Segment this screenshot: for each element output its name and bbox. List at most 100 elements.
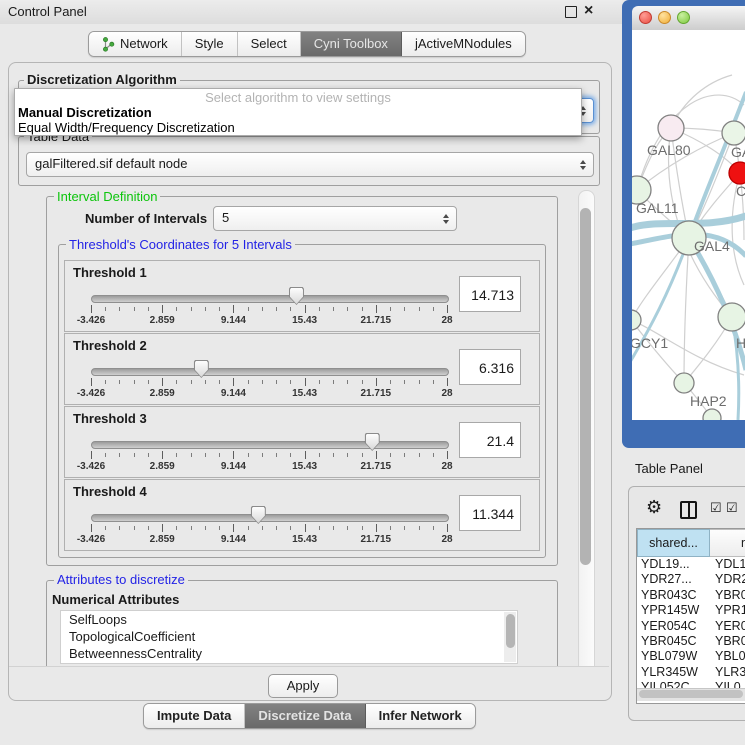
- tab-label: Discretize Data: [258, 704, 351, 728]
- threshold-value-field[interactable]: 11.344: [459, 495, 521, 531]
- table-cell: YDR27...: [637, 572, 710, 587]
- table-row[interactable]: YLR345WYLR3: [637, 665, 745, 680]
- threshold-value-field[interactable]: 14.713: [459, 276, 521, 312]
- slider-tick-label: 9.144: [221, 388, 246, 399]
- table-cell: YBL0: [710, 649, 745, 664]
- checkbox-icon[interactable]: ☑: [710, 500, 722, 516]
- tab-infer-network[interactable]: Infer Network: [366, 704, 475, 728]
- slider-tick-label: -3.426: [77, 461, 105, 472]
- algorithm-dropdown-popup: Select algorithm to view settings Manual…: [14, 88, 582, 136]
- slider-tick-label: -3.426: [77, 388, 105, 399]
- network-node[interactable]: [674, 373, 694, 393]
- table-data-combobox[interactable]: galFiltered.sif default node: [26, 152, 594, 177]
- threshold-value-field[interactable]: 21.4: [459, 422, 521, 458]
- slider-tick-label: 2.859: [150, 461, 175, 472]
- popup-option-equal-width-frequency[interactable]: Equal Width/Frequency Discretization: [15, 120, 581, 135]
- slider-tick-label: 2.859: [150, 534, 175, 545]
- tab-select[interactable]: Select: [238, 32, 301, 56]
- network-node[interactable]: [632, 310, 641, 330]
- window-zoom-button[interactable]: [677, 11, 690, 24]
- table-cell: YDL19...: [637, 557, 710, 572]
- attribute-list-item[interactable]: BetweennessCentrality: [61, 645, 517, 662]
- popup-option-manual-discretization[interactable]: Manual Discretization: [15, 105, 581, 120]
- network-node[interactable]: [729, 162, 745, 184]
- bottom-tab-bar: Impute Data Discretize Data Infer Networ…: [143, 703, 476, 729]
- float-window-icon[interactable]: [565, 6, 577, 18]
- tab-label: Style: [195, 32, 224, 56]
- table-cell: YLR345W: [637, 665, 710, 680]
- threshold-3-panel: Threshold 3 -3.4262.8599.14415.4321.7152…: [64, 406, 540, 478]
- columns-icon[interactable]: [680, 501, 697, 519]
- attribute-list-item[interactable]: SelfLoops: [61, 611, 517, 628]
- network-node[interactable]: [718, 303, 745, 331]
- slider-tick-label: -3.426: [77, 534, 105, 545]
- close-icon[interactable]: ×: [584, 1, 593, 21]
- content-vertical-scrollbar-thumb[interactable]: [580, 208, 591, 565]
- table-row[interactable]: YER054CYER0: [637, 619, 745, 634]
- table-cell: YBL079W: [637, 649, 710, 664]
- attribute-items: SelfLoopsTopologicalCoefficientBetweenne…: [61, 611, 517, 662]
- table-cell: YER0: [710, 619, 745, 634]
- number-of-intervals-combobox[interactable]: 5: [213, 206, 457, 231]
- popup-hint: Select algorithm to view settings: [15, 90, 581, 105]
- tab-network[interactable]: Network: [89, 32, 182, 56]
- network-window-titlebar[interactable]: [632, 6, 745, 31]
- column-header-name[interactable]: n: [710, 529, 745, 557]
- combo-stepper-icon: [443, 214, 449, 224]
- tab-jactivemnodules[interactable]: jActiveMNodules: [402, 32, 525, 56]
- gear-icon[interactable]: ⚙: [646, 497, 662, 518]
- table-row[interactable]: YBR043CYBR0: [637, 588, 745, 603]
- table-cell: YDL1: [710, 557, 745, 572]
- tab-cyni-toolbox[interactable]: Cyni Toolbox: [301, 32, 402, 56]
- network-node[interactable]: [722, 121, 745, 145]
- table-cell: YBR043C: [637, 588, 710, 603]
- slider-tick-label: 15.43: [292, 461, 317, 472]
- app-root: Control Panel × Network Style Select Cyn…: [0, 0, 745, 745]
- network-node-label: GAL4: [694, 238, 730, 254]
- network-node-label: GAL11: [636, 200, 679, 216]
- attributes-list-scrollbar[interactable]: [504, 612, 516, 662]
- threshold-1-panel: Threshold 1 -3.4262.8599.14415.4321.7152…: [64, 260, 540, 332]
- slider-tick-label: 15.43: [292, 315, 317, 326]
- network-canvas[interactable]: GAL80GACGAL11GAL4GCY1HHAP2: [632, 30, 745, 420]
- slider-tick-label: 2.859: [150, 315, 175, 326]
- slider-tick-label: 9.144: [221, 534, 246, 545]
- slider-tick-label: -3.426: [77, 315, 105, 326]
- numerical-attributes-label: Numerical Attributes: [52, 592, 179, 607]
- network-node[interactable]: [658, 115, 684, 141]
- table-row[interactable]: YPR145WYPR1: [637, 603, 745, 618]
- table-horizontal-scrollbar-thumb[interactable]: [639, 690, 743, 698]
- tab-label: Impute Data: [157, 704, 231, 728]
- checkbox-icon[interactable]: ☑: [726, 500, 738, 516]
- table-data-combobox-value: galFiltered.sif default node: [27, 153, 593, 175]
- window-close-button[interactable]: [639, 11, 652, 24]
- slider-tick-label: 21.715: [361, 534, 392, 545]
- table-row[interactable]: YDR27...YDR2: [637, 572, 745, 587]
- network-node-label: H: [736, 335, 745, 351]
- tab-label: Select: [251, 32, 287, 56]
- table-row[interactable]: YDL19...YDL1: [637, 557, 745, 572]
- tab-impute-data[interactable]: Impute Data: [144, 704, 245, 728]
- top-tab-bar: Network Style Select Cyni Toolbox jActiv…: [88, 31, 526, 57]
- numerical-attributes-list[interactable]: SelfLoopsTopologicalCoefficientBetweenne…: [60, 610, 518, 664]
- slider-tick-label: 28: [441, 388, 452, 399]
- window-minimize-button[interactable]: [658, 11, 671, 24]
- network-icon: [102, 37, 115, 52]
- slider-tick-label: 28: [441, 461, 452, 472]
- table-row[interactable]: YBL079WYBL0: [637, 649, 745, 664]
- table-cell: YBR0: [710, 588, 745, 603]
- table-header-row: shared... n: [637, 529, 745, 557]
- slider-tick-label: 28: [441, 534, 452, 545]
- tab-label: jActiveMNodules: [415, 32, 512, 56]
- thresholds-group-title: Threshold's Coordinates for 5 Intervals: [66, 238, 295, 251]
- attribute-list-item[interactable]: TopologicalCoefficient: [61, 628, 517, 645]
- attributes-group-title: Attributes to discretize: [54, 573, 188, 586]
- column-header-shared-name[interactable]: shared...: [637, 529, 710, 557]
- slider-tick-label: 21.715: [361, 388, 392, 399]
- table-row[interactable]: YBR045CYBR0: [637, 634, 745, 649]
- attributes-list-scrollbar-thumb[interactable]: [506, 614, 515, 648]
- tab-style[interactable]: Style: [182, 32, 238, 56]
- tab-discretize-data[interactable]: Discretize Data: [245, 704, 365, 728]
- apply-button[interactable]: Apply: [268, 674, 338, 698]
- threshold-value-field[interactable]: 6.316: [459, 349, 521, 385]
